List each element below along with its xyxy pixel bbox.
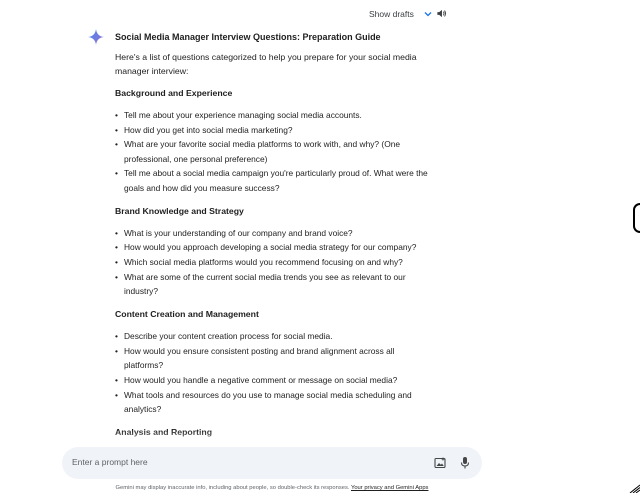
list-item: How would you ensure consistent posting … xyxy=(115,344,435,372)
show-drafts-button[interactable]: Show drafts xyxy=(369,9,414,19)
section-heading: Brand Knowledge and Strategy xyxy=(115,205,244,216)
list-item: Which social media platforms would you r… xyxy=(115,255,435,269)
list-item: What is your understanding of our compan… xyxy=(115,226,435,240)
response-intro: Here's a list of questions categorized t… xyxy=(115,52,417,76)
response-title: Social Media Manager Interview Questions… xyxy=(115,32,381,42)
list-item: Describe your content creation process f… xyxy=(115,329,435,343)
section-heading: Content Creation and Management xyxy=(115,309,259,320)
privacy-link[interactable]: Your privacy and Gemini Apps xyxy=(351,485,428,491)
resize-handle-icon[interactable] xyxy=(628,483,640,493)
section-heading: Background and Experience xyxy=(115,88,233,98)
list-item: Tell me about your experience managing s… xyxy=(115,108,435,122)
list-item: How did you get into social media market… xyxy=(115,123,435,137)
prompt-input-bar[interactable]: Enter a prompt here xyxy=(62,447,482,479)
add-image-icon[interactable] xyxy=(434,457,446,469)
list-item: How would you approach developing a soci… xyxy=(115,240,435,254)
edge-handle xyxy=(633,203,640,233)
section-content: Content Creation and Management Describe… xyxy=(115,307,435,416)
topbar: Show drafts xyxy=(369,9,446,19)
microphone-icon[interactable] xyxy=(459,456,471,470)
footer-disclaimer: Gemini may display inaccurate info, incl… xyxy=(0,485,544,491)
list-item: How would you handle a negative comment … xyxy=(115,373,435,387)
section-background: Background and Experience Tell me about … xyxy=(115,86,435,195)
list-item: Tell me about a social media campaign yo… xyxy=(115,166,435,194)
chevron-down-icon[interactable] xyxy=(423,9,433,19)
list-item: What are your favorite social media plat… xyxy=(115,137,435,165)
speaker-icon[interactable] xyxy=(436,8,447,19)
disclaimer-text: Gemini may display inaccurate info, incl… xyxy=(115,485,350,491)
prompt-input[interactable]: Enter a prompt here xyxy=(72,457,148,467)
response-content: Social Media Manager Interview Questions… xyxy=(115,30,435,448)
gemini-spark-icon xyxy=(88,29,104,50)
list-item: What tools and resources do you use to m… xyxy=(115,388,435,416)
section-brand: Brand Knowledge and Strategy What is you… xyxy=(115,204,435,299)
list-item: What are some of the current social medi… xyxy=(115,270,435,298)
